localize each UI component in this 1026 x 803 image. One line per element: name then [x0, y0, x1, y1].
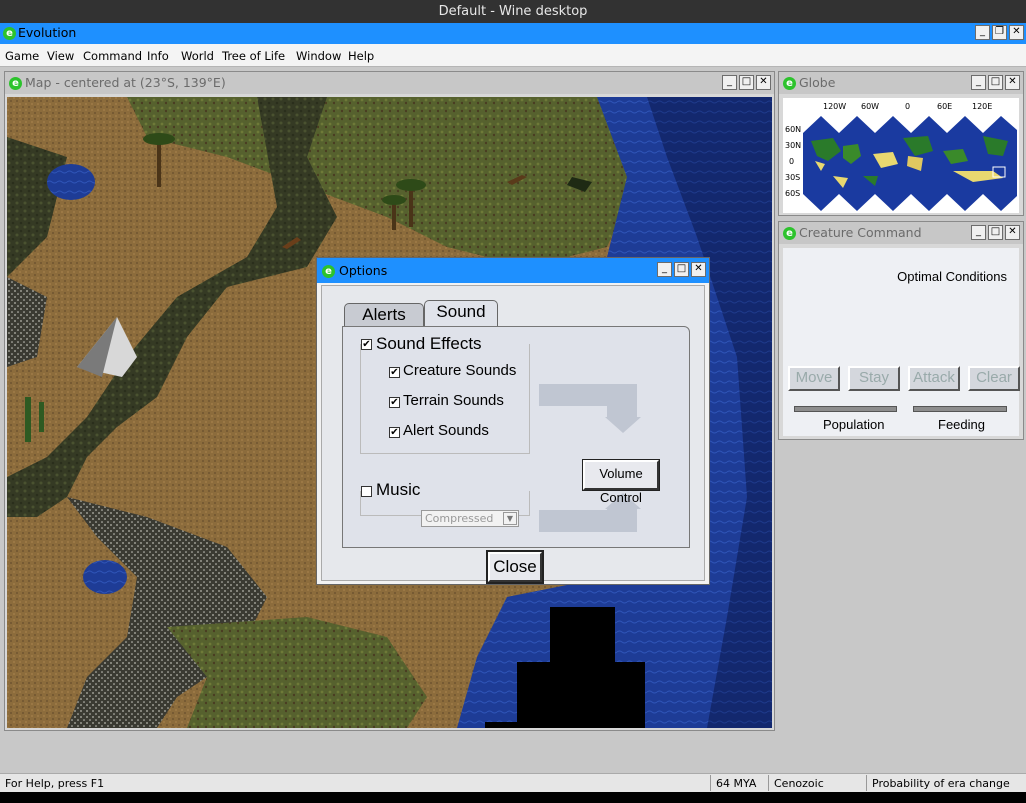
wine-desktop-title: Default - Wine desktop: [0, 0, 1026, 23]
map-close-button[interactable]: ✕: [756, 75, 771, 90]
move-button[interactable]: Move: [788, 366, 840, 391]
lon-label: 60E: [937, 102, 953, 111]
map-window-titlebar[interactable]: e Map - centered at (23°S, 139°E) _ □ ✕: [5, 72, 774, 94]
population-label: Population: [823, 417, 885, 432]
status-separator: [768, 775, 769, 791]
alert-sounds-checkbox[interactable]: ✔: [389, 427, 400, 438]
status-bar: For Help, press F1 64 MYA Cenozoic Proba…: [0, 773, 1026, 803]
cc-close-button[interactable]: ✕: [1005, 225, 1020, 240]
lon-label: 60W: [861, 102, 880, 111]
menu-bar: Game View Command Info World Tree of Lif…: [0, 44, 1026, 67]
globe-maximize-button[interactable]: □: [988, 75, 1003, 90]
creature-sounds-label: Creature Sounds: [403, 362, 517, 379]
chevron-down-icon: ▼: [503, 512, 517, 525]
globe-minimize-button[interactable]: _: [971, 75, 986, 90]
map-minimize-button[interactable]: _: [722, 75, 737, 90]
menu-game[interactable]: Game: [5, 49, 39, 63]
arrow-decoration: [539, 510, 637, 532]
feeding-label: Feeding: [938, 417, 985, 432]
menu-world[interactable]: World: [181, 49, 214, 63]
status-era: Cenozoic: [774, 777, 824, 790]
globe-window: e Globe _ □ ✕ 120W 60W 0 60E 120E 60N 30…: [778, 71, 1024, 216]
app-close-button[interactable]: ✕: [1009, 25, 1024, 40]
options-maximize-button[interactable]: □: [674, 262, 689, 277]
app-restore-button[interactable]: ❐: [992, 25, 1007, 40]
clear-button[interactable]: Clear: [968, 366, 1020, 391]
globe-window-titlebar[interactable]: e Globe _ □ ✕: [779, 72, 1023, 94]
status-separator: [710, 775, 711, 791]
status-probability: Probability of era change 0%: [872, 777, 1010, 803]
lat-label: 30N: [785, 141, 802, 150]
cc-maximize-button[interactable]: □: [988, 225, 1003, 240]
sound-tab-panel: ✔ Sound Effects ✔ Creature Sounds ✔ Terr…: [342, 326, 690, 548]
status-help-text: For Help, press F1: [5, 777, 105, 790]
creature-command-titlebar[interactable]: e Creature Command _ □ ✕: [779, 222, 1023, 244]
cc-minimize-button[interactable]: _: [971, 225, 986, 240]
terrain-sounds-label: Terrain Sounds: [403, 392, 504, 409]
options-close-x-button[interactable]: ✕: [691, 262, 706, 277]
app-minimize-button[interactable]: _: [975, 25, 990, 40]
evolution-app-icon: e: [9, 77, 22, 90]
arrow-down-icon: [605, 417, 641, 433]
volume-control-button[interactable]: Volume Control: [582, 459, 660, 505]
options-title: Options: [339, 263, 388, 278]
evolution-app-icon: e: [783, 77, 796, 90]
options-dialog: e Options _ □ ✕ Alerts Sound ✔ Sound Eff…: [316, 257, 710, 585]
music-format-value: Compressed: [425, 512, 494, 525]
evolution-app-icon: e: [3, 27, 16, 40]
map-maximize-button[interactable]: □: [739, 75, 754, 90]
globe-window-title: Globe: [799, 75, 836, 90]
globe-map[interactable]: 120W 60W 0 60E 120E 60N 30N 0 30S 60S: [783, 98, 1019, 213]
stay-button[interactable]: Stay: [848, 366, 900, 391]
creature-command-title: Creature Command: [799, 225, 922, 240]
lon-label: 0: [905, 102, 911, 111]
tab-sound[interactable]: Sound: [424, 300, 498, 327]
creature-sounds-checkbox[interactable]: ✔: [389, 367, 400, 378]
menu-window[interactable]: Window: [296, 49, 341, 63]
evolution-app-icon: e: [322, 265, 335, 278]
arrow-decoration: [607, 384, 637, 419]
lon-label: 120W: [823, 102, 847, 111]
status-separator: [866, 775, 867, 791]
music-format-select[interactable]: Compressed ▼: [421, 510, 519, 527]
menu-tree-of-life[interactable]: Tree of Life: [222, 49, 285, 63]
app-title: Evolution: [18, 25, 77, 40]
alert-sounds-label: Alert Sounds: [403, 422, 489, 439]
population-bar: [794, 406, 897, 412]
creature-command-window: e Creature Command _ □ ✕ Optimal Conditi…: [778, 221, 1024, 440]
options-minimize-button[interactable]: _: [657, 262, 672, 277]
globe-close-button[interactable]: ✕: [1005, 75, 1020, 90]
status-mya: 64 MYA: [716, 777, 757, 790]
close-button[interactable]: Close: [486, 550, 544, 584]
menu-view[interactable]: View: [47, 49, 74, 63]
evolution-app-icon: e: [783, 227, 796, 240]
globe-projection: [803, 116, 1017, 211]
lon-label: 120E: [972, 102, 993, 111]
menu-help[interactable]: Help: [348, 49, 374, 63]
menu-command[interactable]: Command: [83, 49, 142, 63]
lat-label: 0: [789, 157, 795, 166]
app-titlebar[interactable]: e Evolution _ ❐ ✕: [0, 23, 1026, 44]
map-window-title: Map - centered at (23°S, 139°E): [25, 75, 226, 90]
options-body: Alerts Sound ✔ Sound Effects ✔ Creature …: [321, 285, 705, 584]
attack-button[interactable]: Attack: [908, 366, 960, 391]
tab-alerts[interactable]: Alerts: [344, 303, 424, 327]
lat-label: 60N: [785, 125, 802, 134]
optimal-conditions-label: Optimal Conditions: [897, 269, 1007, 284]
lat-label: 30S: [785, 173, 801, 182]
options-titlebar[interactable]: e Options _ □ ✕: [317, 258, 709, 283]
menu-info[interactable]: Info: [147, 49, 169, 63]
creature-command-panel: Optimal Conditions Move Stay Attack Clea…: [783, 248, 1020, 436]
terrain-sounds-checkbox[interactable]: ✔: [389, 397, 400, 408]
feeding-bar: [913, 406, 1007, 412]
lat-label: 60S: [785, 189, 801, 198]
